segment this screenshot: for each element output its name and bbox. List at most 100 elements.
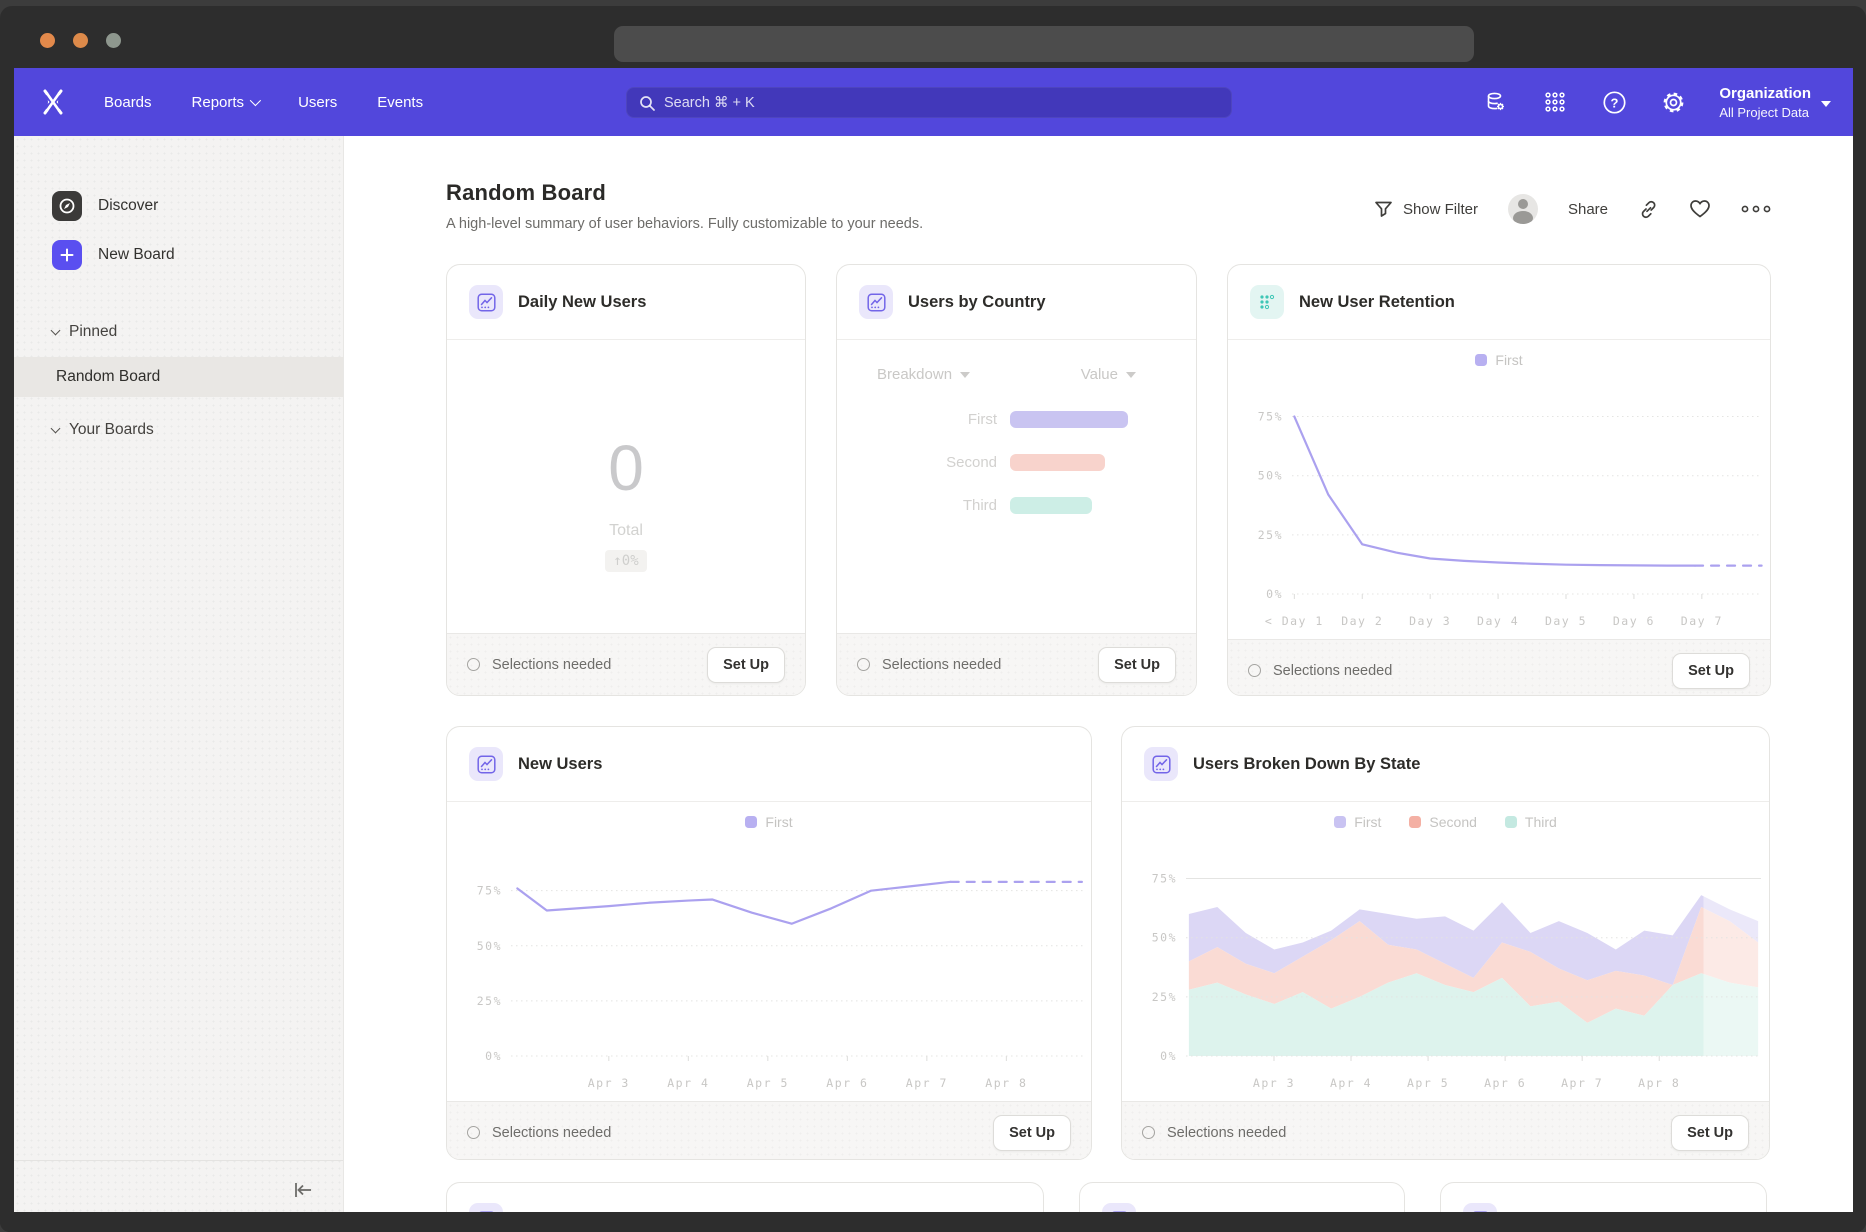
bar-second [1010,454,1105,471]
left-sidebar: Discover New Board Pinned Random Board [14,136,344,1218]
card-new-users: New Users First 75%50%25%0%Apr 3Apr 4Apr… [446,726,1092,1160]
svg-text:Day 6: Day 6 [1613,614,1655,628]
sidebar-section-pinned[interactable]: Pinned [14,317,343,347]
funnel-icon [1374,200,1393,218]
svg-text:< Day 1: < Day 1 [1265,614,1324,628]
bar-third [1010,497,1092,514]
retention-line-chart[interactable]: 75%50%25%0%< Day 1Day 2Day 3Day 4Day 5Da… [1228,372,1770,639]
window-controls [40,33,121,48]
retention-grid-icon [1250,285,1284,319]
chevron-down-icon [250,95,261,106]
apps-grid-icon[interactable] [1542,89,1568,115]
search-placeholder: Search ⌘ + K [664,95,755,111]
nav-item-users[interactable]: Users [298,94,337,111]
data-management-icon[interactable] [1483,89,1509,115]
set-up-button[interactable]: Set Up [1672,653,1750,689]
link-icon [1638,199,1659,220]
avatar[interactable] [1508,194,1538,224]
svg-text:Apr 5: Apr 5 [1407,1076,1449,1090]
svg-text:75%: 75% [1258,410,1283,424]
nav-item-reports[interactable]: Reports [192,94,259,111]
window-bottom-edge [0,1212,1866,1232]
status-circle-icon [857,658,870,671]
bar-row: Second [837,454,1196,471]
svg-text:Day 7: Day 7 [1681,614,1723,628]
set-up-button[interactable]: Set Up [1098,647,1176,683]
status-circle-icon [467,658,480,671]
svg-text:Apr 6: Apr 6 [826,1076,868,1090]
org-project-switcher[interactable]: Organization All Project Data [1719,84,1831,119]
title-bar [0,6,1866,68]
card-daily-new-users: Daily New Users 0 Total ↑0% Selections n… [446,264,806,696]
sidebar-item-random-board[interactable]: Random Board [14,357,343,397]
app-viewport: Boards Reports Users Events Search ⌘ + K [14,68,1853,1218]
address-bar[interactable] [614,26,1474,62]
project-name: All Project Data [1719,105,1811,120]
nav-item-boards[interactable]: Boards [104,94,152,111]
chart-legend: First [447,810,1091,834]
mixpanel-logo-icon[interactable] [40,89,70,115]
svg-text:50%: 50% [477,939,502,953]
svg-text:Apr 5: Apr 5 [747,1076,789,1090]
sidebar-section-your-boards[interactable]: Your Boards [14,415,343,445]
svg-text:Apr 3: Apr 3 [588,1076,630,1090]
line-chart-icon [469,285,503,319]
chevron-down-icon [1821,101,1831,107]
status-text: Selections needed [882,657,1086,673]
card-title: Daily New Users [518,293,646,312]
set-up-button[interactable]: Set Up [993,1115,1071,1151]
value-dropdown[interactable]: Value [1081,366,1136,383]
heart-icon [1689,199,1711,219]
breakdown-dropdown[interactable]: Breakdown [877,366,970,383]
svg-text:Day 2: Day 2 [1341,614,1383,628]
status-text: Selections needed [1273,663,1660,679]
nav-item-events[interactable]: Events [377,94,423,111]
sidebar-footer [14,1160,343,1218]
metric-delta-badge: ↑0% [605,550,646,572]
set-up-button[interactable]: Set Up [1671,1115,1749,1151]
more-options-button[interactable] [1741,204,1771,214]
show-filter-button[interactable]: Show Filter [1374,200,1478,218]
global-search-input[interactable]: Search ⌘ + K [626,87,1232,118]
svg-text:0%: 0% [485,1049,502,1063]
status-text: Selections needed [492,657,695,673]
status-text: Selections needed [492,1125,981,1141]
chevron-down-icon [1126,372,1136,378]
copy-link-button[interactable] [1638,199,1659,220]
status-circle-icon [1248,664,1261,677]
organization-name: Organization [1719,84,1811,104]
metric-label: Total [609,522,643,540]
card-title: Users Broken Down By State [1193,755,1420,774]
plus-icon [52,240,82,270]
minimize-window-button[interactable] [73,33,88,48]
board-content: Random Board A high-level summary of use… [344,136,1853,1218]
bar-row: First [837,411,1196,428]
help-icon[interactable]: ? [1601,89,1627,115]
country-bars: First Second Third [837,411,1196,514]
state-area-chart[interactable]: 75%50%25%0%Apr 3Apr 4Apr 5Apr 6Apr 7Apr … [1122,834,1769,1101]
svg-text:Apr 3: Apr 3 [1253,1076,1295,1090]
legend-swatch [1505,816,1517,828]
svg-text:Apr 4: Apr 4 [667,1076,709,1090]
sidebar-item-new-board[interactable]: New Board [14,235,343,275]
browser-window: Boards Reports Users Events Search ⌘ + K [0,6,1866,1232]
favorite-button[interactable] [1689,199,1711,219]
svg-text:25%: 25% [1258,528,1283,542]
svg-text:Apr 8: Apr 8 [985,1076,1027,1090]
legend-swatch [1409,816,1421,828]
new-users-line-chart[interactable]: 75%50%25%0%Apr 3Apr 4Apr 5Apr 6Apr 7Apr … [447,834,1091,1101]
collapse-sidebar-icon[interactable] [291,1180,315,1200]
settings-gear-icon[interactable] [1660,89,1686,115]
svg-text:Day 3: Day 3 [1409,614,1451,628]
legend-swatch [1475,354,1487,366]
svg-text:75%: 75% [477,884,502,898]
card-users-by-country: Users by Country Breakdown Value First [836,264,1197,696]
zoom-window-button[interactable] [106,33,121,48]
set-up-button[interactable]: Set Up [707,647,785,683]
close-window-button[interactable] [40,33,55,48]
card-users-by-state: Users Broken Down By State First Second … [1121,726,1770,1160]
sidebar-item-discover[interactable]: Discover [14,186,343,226]
svg-text:Apr 6: Apr 6 [1484,1076,1526,1090]
legend-swatch [745,816,757,828]
share-button[interactable]: Share [1568,201,1608,218]
